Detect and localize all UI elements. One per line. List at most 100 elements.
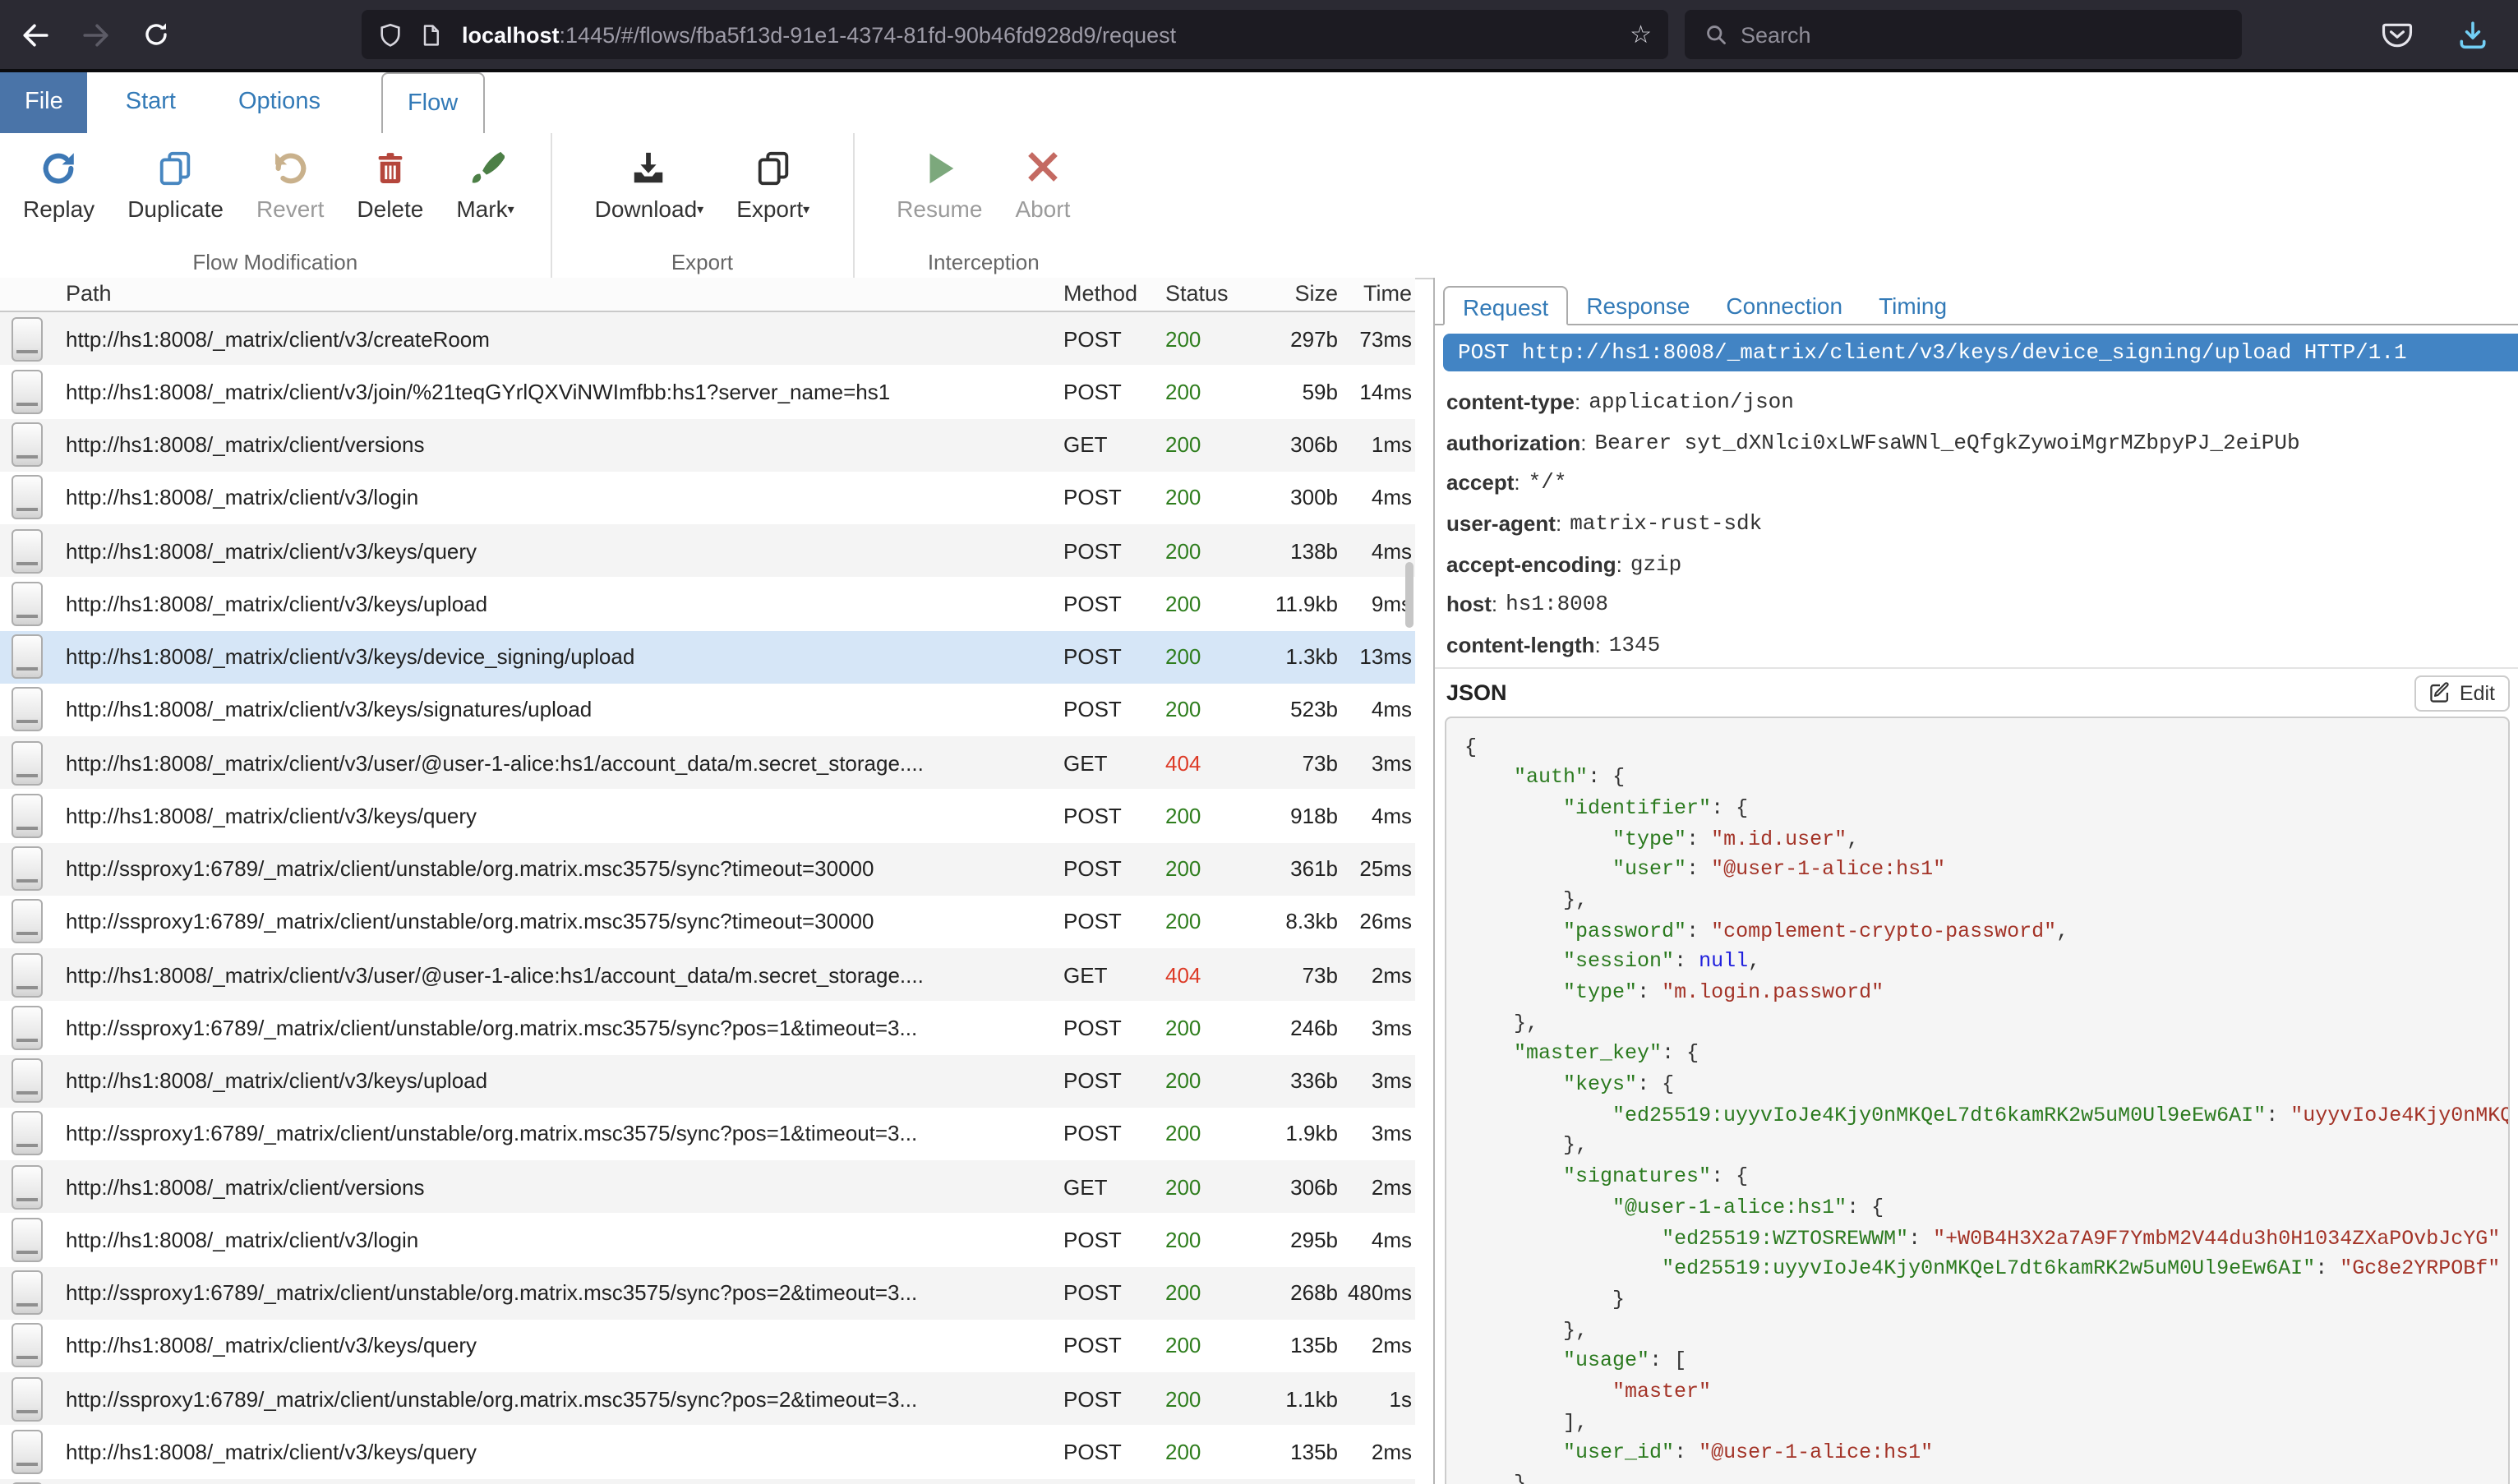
pocket-icon[interactable] xyxy=(2380,18,2413,51)
flow-path: http://hs1:8008/_matrix/client/versions xyxy=(66,1174,1055,1199)
tab-connection[interactable]: Connection xyxy=(1708,285,1861,323)
flow-time: 4ms xyxy=(1338,538,1415,563)
abort-icon xyxy=(1015,149,1070,191)
json-line: "master_key": { xyxy=(1464,1039,2508,1070)
edit-button[interactable]: Edit xyxy=(2415,675,2510,711)
flow-row[interactable]: http://hs1:8008/_matrix/client/v3/keys/s… xyxy=(0,684,1415,737)
json-line: }, xyxy=(1464,886,2508,916)
json-line: "usage": [ xyxy=(1464,1347,2508,1377)
flow-time: 26ms xyxy=(1338,910,1415,934)
flow-time: 3ms xyxy=(1338,1016,1415,1040)
flow-row[interactable]: http://ssproxy1:6789/_matrix/client/unst… xyxy=(0,1002,1415,1055)
flow-time: 1s xyxy=(1338,1386,1415,1411)
flow-row[interactable]: http://hs1:8008/_matrix/client/v3/create… xyxy=(0,312,1415,366)
flow-size: 135b xyxy=(1247,1334,1338,1358)
flow-status: 200 xyxy=(1157,1228,1247,1252)
edit-button-label: Edit xyxy=(2460,681,2495,704)
duplicate-button[interactable]: Duplicate xyxy=(121,142,230,221)
flow-row[interactable]: http://ssproxy1:6789/_matrix/client/unst… xyxy=(0,1266,1415,1320)
flow-status: 404 xyxy=(1157,962,1247,987)
flow-row[interactable]: http://hs1:8008/_matrix/client/v3/keys/d… xyxy=(0,630,1415,684)
flow-status: 200 xyxy=(1157,486,1247,510)
resume-button[interactable]: Resume xyxy=(890,142,989,221)
flow-row[interactable]: http://ssproxy1:6789/_matrix/client/unst… xyxy=(0,1372,1415,1426)
flow-row[interactable]: http://ssproxy1:6789/_matrix/client/unst… xyxy=(0,842,1415,896)
document-icon xyxy=(12,900,43,944)
json-content-view[interactable]: { "auth": { "identifier": { "type": "m.i… xyxy=(1445,716,2510,1484)
flow-row[interactable]: http://hs1:8008/_matrix/client/v3/user/@… xyxy=(0,736,1415,790)
flow-size: 246b xyxy=(1247,1016,1338,1040)
menu-item-options[interactable]: Options xyxy=(214,72,345,132)
flow-toolbar: ReplayDuplicateRevertDeleteMark▾Flow Mod… xyxy=(0,132,2518,279)
download-button[interactable]: Download▾ xyxy=(588,142,711,221)
tab-response[interactable]: Response xyxy=(1568,285,1708,323)
column-header-size[interactable]: Size xyxy=(1247,282,1338,306)
tab-timing[interactable]: Timing xyxy=(1861,285,1965,323)
document-icon xyxy=(12,1324,43,1368)
bookmark-star-icon[interactable]: ☆ xyxy=(1630,20,1652,49)
flow-row[interactable]: http://hs1:8008/_matrix/client/versionsG… xyxy=(0,418,1415,472)
header-value: */* xyxy=(1529,471,1567,495)
document-icon xyxy=(12,1218,43,1262)
flow-list-scrollbar[interactable] xyxy=(1405,561,1413,627)
flow-icon-cell xyxy=(0,952,66,997)
header-value: hs1:8008 xyxy=(1506,592,1608,617)
column-header-status[interactable]: Status xyxy=(1157,282,1247,306)
abort-button[interactable]: Abort xyxy=(1008,142,1077,221)
flow-icon-cell xyxy=(0,740,66,785)
flow-table-header: PathMethodStatusSizeTime xyxy=(0,277,1415,312)
downloads-icon[interactable] xyxy=(2456,18,2488,51)
export-button[interactable]: Export▾ xyxy=(730,142,816,221)
flow-row[interactable]: http://hs1:8008/_matrix/client/v3/join/%… xyxy=(0,366,1415,419)
column-header-path[interactable]: Path xyxy=(66,282,1055,306)
flow-row[interactable]: http://hs1:8008/_matrix/client/v3/keys/u… xyxy=(0,1054,1415,1108)
tab-request[interactable]: Request xyxy=(1443,285,1568,325)
flow-row[interactable]: http://ssproxy1:6789/_matrix/client/unst… xyxy=(0,1108,1415,1161)
flow-row[interactable]: http://hs1:8008/_matrix/client/v3/keys/q… xyxy=(0,1320,1415,1373)
flow-time: 480ms xyxy=(1338,1280,1415,1305)
flow-row[interactable]: http://hs1:8008/_matrix/client/v3/loginP… xyxy=(0,472,1415,525)
flow-size: 59b xyxy=(1247,380,1338,404)
flow-list-pane: PathMethodStatusSizeTime http://hs1:8008… xyxy=(0,277,1415,1484)
menu-item-flow[interactable]: Flow xyxy=(381,72,484,134)
flow-row[interactable]: http://hs1:8008/_matrix/client/v3/keys/q… xyxy=(0,790,1415,843)
flow-time: 25ms xyxy=(1338,856,1415,881)
reload-icon[interactable] xyxy=(141,20,171,49)
flow-size: 295b xyxy=(1247,1228,1338,1252)
flow-row[interactable]: http://hs1:8008/_matrix/client/v3/keys/q… xyxy=(0,1426,1415,1479)
flow-row[interactable] xyxy=(0,1478,1415,1484)
mark-icon xyxy=(456,149,514,191)
flow-method: POST xyxy=(1055,910,1157,934)
column-header-method[interactable]: Method xyxy=(1055,282,1157,306)
flow-status: 200 xyxy=(1157,804,1247,828)
flow-path: http://hs1:8008/_matrix/client/v3/create… xyxy=(66,326,1055,351)
request-first-line[interactable]: POST http://hs1:8008/_matrix/client/v3/k… xyxy=(1443,333,2518,371)
flow-row[interactable]: http://hs1:8008/_matrix/client/v3/user/@… xyxy=(0,948,1415,1002)
shield-icon[interactable] xyxy=(378,22,403,47)
header-line: authorization:Bearer syt_dXNlci0xLWFsaWN… xyxy=(1446,422,2511,463)
flow-row[interactable]: http://hs1:8008/_matrix/client/v3/keys/u… xyxy=(0,578,1415,631)
header-name: accept xyxy=(1446,471,1514,495)
flow-row[interactable]: http://hs1:8008/_matrix/client/v3/loginP… xyxy=(0,1214,1415,1267)
json-line: ], xyxy=(1464,1408,2508,1438)
url-bar[interactable]: localhost:1445/#/flows/fba5f13d-91e1-437… xyxy=(362,10,1668,59)
search-bar[interactable]: Search xyxy=(1685,10,2242,59)
mark-button[interactable]: Mark▾ xyxy=(450,142,520,221)
flow-size: 135b xyxy=(1247,1440,1338,1464)
forward-icon[interactable] xyxy=(81,20,110,49)
revert-button[interactable]: Revert xyxy=(250,142,330,221)
page-info-icon[interactable] xyxy=(419,22,442,47)
column-header-time[interactable]: Time xyxy=(1338,282,1415,306)
flow-row[interactable]: http://hs1:8008/_matrix/client/v3/keys/q… xyxy=(0,524,1415,578)
delete-button[interactable]: Delete xyxy=(350,142,430,221)
flow-row[interactable]: http://hs1:8008/_matrix/client/versionsG… xyxy=(0,1160,1415,1214)
flow-time: 4ms xyxy=(1338,804,1415,828)
menu-item-file[interactable]: File xyxy=(0,72,88,132)
document-icon xyxy=(12,370,43,414)
url-text: localhost:1445/#/flows/fba5f13d-91e1-437… xyxy=(462,22,1630,47)
flow-path: http://ssproxy1:6789/_matrix/client/unst… xyxy=(66,856,1055,881)
flow-row[interactable]: http://ssproxy1:6789/_matrix/client/unst… xyxy=(0,896,1415,949)
menu-item-start[interactable]: Start xyxy=(101,72,201,132)
back-icon[interactable] xyxy=(20,20,49,49)
replay-button[interactable]: Replay xyxy=(16,142,101,221)
